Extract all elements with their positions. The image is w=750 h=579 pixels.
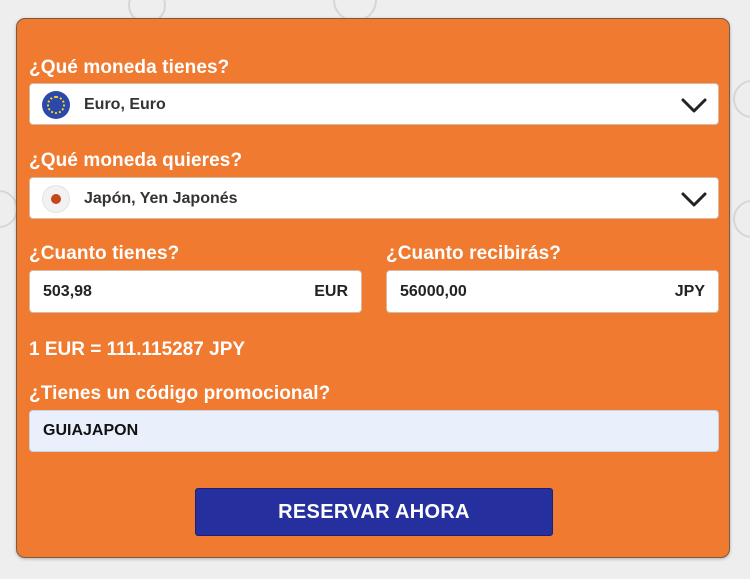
- reserve-now-button[interactable]: RESERVAR AHORA: [195, 488, 553, 536]
- background-coin-icon: [733, 80, 750, 118]
- japan-flag-icon: [42, 185, 70, 213]
- background-coin-icon: [733, 200, 750, 238]
- want-currency-label: ¿Qué moneda quieres?: [29, 150, 243, 171]
- amount-have-input[interactable]: 503,98 EUR: [29, 270, 362, 313]
- want-currency-select[interactable]: Japón, Yen Japonés: [29, 177, 719, 219]
- amount-receive-currency: JPY: [674, 283, 705, 300]
- promo-code-input[interactable]: GUIAJAPON: [29, 410, 719, 452]
- amount-have-value: 503,98: [43, 283, 92, 300]
- currency-exchange-form: ¿Qué moneda tienes? Euro, Euro ¿Qué mone…: [16, 18, 730, 558]
- chevron-down-icon[interactable]: [680, 185, 708, 213]
- promo-label: ¿Tienes un código promocional?: [29, 383, 331, 404]
- want-currency-value: Japón, Yen Japonés: [84, 190, 238, 207]
- eu-flag-icon: [42, 91, 70, 119]
- have-currency-label: ¿Qué moneda tienes?: [29, 57, 230, 78]
- exchange-rate-text: 1 EUR = 111.115287 JPY: [29, 339, 246, 360]
- chevron-down-icon[interactable]: [680, 91, 708, 119]
- have-currency-value: Euro, Euro: [84, 96, 166, 113]
- amount-receive-input[interactable]: 56000,00 JPY: [386, 270, 719, 313]
- have-currency-select[interactable]: Euro, Euro: [29, 83, 719, 125]
- amount-have-label: ¿Cuanto tienes?: [29, 243, 180, 264]
- amount-receive-label: ¿Cuanto recibirás?: [386, 243, 561, 264]
- amount-receive-value: 56000,00: [400, 283, 467, 300]
- promo-code-value: GUIAJAPON: [43, 422, 139, 439]
- amount-have-currency: EUR: [314, 283, 348, 300]
